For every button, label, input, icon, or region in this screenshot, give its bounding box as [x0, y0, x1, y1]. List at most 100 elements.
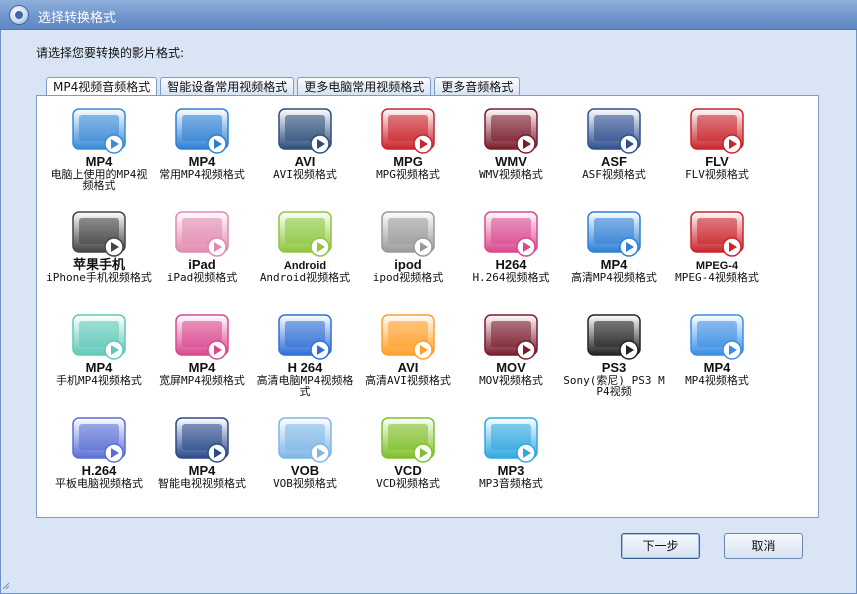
format-label: 智能电视视频格式: [158, 477, 246, 490]
format-label: iPad视频格式: [166, 271, 238, 284]
format-item[interactable]: FLV FLV视频格式: [664, 106, 770, 206]
format-badge: MP4: [86, 154, 114, 169]
format-badge: AVI: [398, 360, 419, 375]
format-label: 高清电脑MP4视频格式: [256, 374, 354, 398]
format-label: 手机MP4视频格式: [56, 374, 142, 387]
photo-frame-icon: ASF: [579, 106, 649, 170]
format-item[interactable]: MP4 智能电视视频格式: [149, 415, 255, 515]
format-badge: ipod: [394, 257, 421, 272]
format-badge: FLV: [705, 154, 729, 169]
format-item[interactable]: MP4 宽屏MP4视频格式: [149, 312, 255, 412]
format-label: VOB视频格式: [273, 477, 337, 490]
format-badge: VOB: [291, 463, 319, 478]
format-badge: MOV: [496, 360, 526, 375]
format-item[interactable]: MPEG-4 MPEG-4视频格式: [664, 209, 770, 309]
format-label: MP3音频格式: [479, 477, 543, 490]
format-item[interactable]: MP4 电脑上使用的MP4视频格式: [46, 106, 152, 206]
format-item[interactable]: AVI 高清AVI视频格式: [355, 312, 461, 412]
dvd-disc-icon: VCD: [373, 415, 443, 479]
format-label: 宽屏MP4视频格式: [159, 374, 245, 387]
format-badge: MP4: [189, 463, 217, 478]
format-panel: MP4 电脑上使用的MP4视频格式 MP4 常用MP4视频格式 AVI AVI视频格式 MP…: [36, 95, 819, 518]
format-label: WMV视频格式: [479, 168, 543, 181]
format-badge: MPG: [393, 154, 423, 169]
app-icon: [9, 5, 29, 25]
format-label: iPhone手机视频格式: [46, 271, 152, 284]
format-item[interactable]: Android Android视频格式: [252, 209, 358, 309]
format-badge: H.264: [82, 463, 117, 478]
format-label: VCD视频格式: [376, 477, 440, 490]
tablet-play-icon: MP4: [167, 106, 237, 170]
tab-smart-devices[interactable]: 智能设备常用视频格式: [160, 77, 295, 96]
format-badge: H264: [495, 257, 527, 272]
format-item[interactable]: MPG MPG视频格式: [355, 106, 461, 206]
tab-more-computer-video[interactable]: 更多电脑常用视频格式: [297, 77, 432, 96]
format-label: MP4视频格式: [685, 374, 749, 387]
format-item[interactable]: VOB VOB视频格式: [252, 415, 358, 515]
format-badge: AVI: [295, 154, 316, 169]
cancel-button[interactable]: 取消: [724, 533, 803, 559]
format-item[interactable]: PS3 Sony(索尼) PS3 MP4视频: [561, 312, 667, 412]
format-item[interactable]: MP3 MP3音频格式: [458, 415, 564, 515]
format-item[interactable]: MP4 高清MP4视频格式: [561, 209, 667, 309]
photos-icon: AVI: [373, 312, 443, 376]
format-badge: iPad: [188, 257, 216, 272]
prompt-text: 请选择您要转换的影片格式:: [36, 46, 185, 60]
format-label: 电脑上使用的MP4视频格式: [50, 168, 148, 192]
folder-icon: H264: [476, 209, 546, 273]
film-disc-icon: MPEG-4: [682, 209, 752, 273]
format-badge: MP4: [189, 360, 217, 375]
next-button[interactable]: 下一步: [621, 533, 700, 559]
monitor-gear-icon: H 264: [270, 312, 340, 376]
format-label: ipod视频格式: [372, 271, 444, 284]
format-item[interactable]: H 264 高清电脑MP4视频格式: [252, 312, 358, 412]
format-badge: MP3: [498, 463, 525, 478]
format-badge: ASF: [601, 154, 627, 169]
tab-more-audio[interactable]: 更多音频格式: [434, 77, 521, 96]
film-reel-icon: WMV: [476, 106, 546, 170]
format-item[interactable]: MP4 MP4视频格式: [664, 312, 770, 412]
title-bar: 选择转换格式: [0, 0, 857, 30]
format-label: Sony(索尼) PS3 MP4视频: [563, 374, 665, 398]
tv-icon: MP4: [167, 415, 237, 479]
format-item[interactable]: VCD VCD视频格式: [355, 415, 461, 515]
format-badge: MP4: [601, 257, 629, 272]
ipod-icon: ipod: [373, 209, 443, 273]
android-icon: Android: [270, 209, 340, 273]
format-item[interactable]: iPad iPad视频格式: [149, 209, 255, 309]
format-item[interactable]: H264 H.264视频格式: [458, 209, 564, 309]
format-label: FLV视频格式: [685, 168, 749, 181]
tab-mp4-video-audio[interactable]: MP4视频音频格式: [46, 77, 158, 97]
format-label: MOV视频格式: [479, 374, 543, 387]
format-item[interactable]: ASF ASF视频格式: [561, 106, 667, 206]
format-item[interactable]: AVI AVI视频格式: [252, 106, 358, 206]
format-label: 常用MP4视频格式: [159, 168, 245, 181]
tablet-icon: H.264: [64, 415, 134, 479]
format-badge: MP4: [86, 360, 114, 375]
format-label: ASF视频格式: [582, 168, 646, 181]
format-item[interactable]: MP4 手机MP4视频格式: [46, 312, 152, 412]
format-badge: MP4: [704, 360, 732, 375]
format-item[interactable]: ipod ipod视频格式: [355, 209, 461, 309]
phone-color-icon: MP4: [64, 312, 134, 376]
realplayer-box-icon: MPG: [373, 106, 443, 170]
resize-grip-icon[interactable]: [2, 578, 10, 590]
format-badge: H 264: [288, 360, 323, 375]
play-circle-icon: MP3: [476, 415, 546, 479]
format-badge: VCD: [394, 463, 421, 478]
format-label: MPEG-4视频格式: [675, 271, 759, 284]
cubes-icon: MP4: [579, 209, 649, 273]
drive-icon: VOB: [270, 415, 340, 479]
format-badge: PS3: [602, 360, 627, 375]
format-item[interactable]: H.264 平板电脑视频格式: [46, 415, 152, 515]
ipad-icon: iPad: [167, 209, 237, 273]
format-item[interactable]: WMV WMV视频格式: [458, 106, 564, 206]
format-item[interactable]: MOV MOV视频格式: [458, 312, 564, 412]
format-item[interactable]: 苹果手机 iPhone手机视频格式: [46, 209, 152, 309]
format-item[interactable]: MP4 常用MP4视频格式: [149, 106, 255, 206]
format-label: MPG视频格式: [376, 168, 440, 181]
ps3-icon: PS3: [579, 312, 649, 376]
computer-icon: MP4: [64, 106, 134, 170]
format-label: 高清AVI视频格式: [365, 374, 451, 387]
format-label: AVI视频格式: [273, 168, 337, 181]
